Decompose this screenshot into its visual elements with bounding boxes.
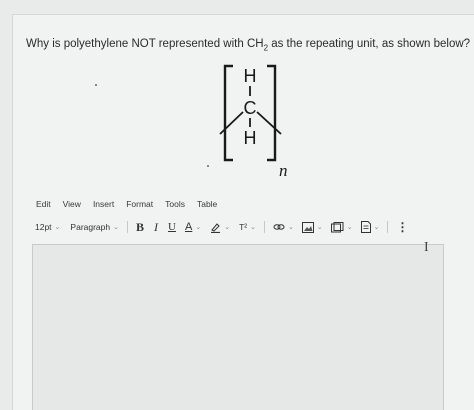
image-icon xyxy=(301,221,314,233)
toolbar-divider xyxy=(263,221,265,233)
question-prefix: Why is polyethylene NOT represented with… xyxy=(26,38,264,50)
text-cursor-icon: I xyxy=(424,240,429,255)
chevron-down-icon: ⌄ xyxy=(316,224,323,231)
rich-text-editor-area[interactable] xyxy=(32,244,444,410)
chevron-down-icon: ⌄ xyxy=(373,224,380,231)
superscript-button[interactable]: T² ⌄ xyxy=(239,222,256,232)
font-color-letter: A xyxy=(184,221,193,233)
menu-insert[interactable]: Insert xyxy=(93,199,114,213)
decorative-dot xyxy=(95,84,97,86)
link-icon xyxy=(273,224,285,230)
menu-edit[interactable]: Edit xyxy=(36,199,51,213)
chevron-down-icon: ⌄ xyxy=(54,224,61,231)
menu-format[interactable]: Format xyxy=(126,199,153,213)
font-size-value: 12pt xyxy=(35,222,52,232)
document-icon xyxy=(360,221,371,233)
highlight-button[interactable]: ⌄ xyxy=(210,222,230,233)
menu-tools[interactable]: Tools xyxy=(165,199,185,213)
insert-link-button[interactable]: ⌄ xyxy=(273,222,294,232)
chevron-down-icon: ⌄ xyxy=(224,224,231,231)
left-bracket xyxy=(223,64,233,162)
bold-button[interactable]: B xyxy=(136,220,144,235)
chevron-down-icon: ⌄ xyxy=(113,224,119,231)
underline-button[interactable]: U xyxy=(168,221,176,233)
highlighter-icon xyxy=(211,222,221,233)
font-size-select[interactable]: 12pt ⌄ xyxy=(35,222,60,232)
right-bracket xyxy=(267,64,277,162)
menu-table[interactable]: Table xyxy=(197,199,217,213)
top-hydrogen: H xyxy=(244,66,257,86)
block-format-value: Paragraph xyxy=(70,222,111,232)
media-icon xyxy=(330,221,344,232)
insert-media-button[interactable]: ⌄ xyxy=(330,221,353,233)
chevron-down-icon: ⌄ xyxy=(287,224,294,231)
repeat-subscript-n: n xyxy=(279,161,288,180)
polyethylene-repeat-unit-diagram: H C H n xyxy=(219,64,288,180)
font-color-button[interactable]: A ⌄ xyxy=(185,221,201,233)
block-format-select[interactable]: Paragraph ⌄ xyxy=(70,222,119,232)
italic-button[interactable]: I xyxy=(154,220,158,235)
bond-left-chain xyxy=(219,111,244,135)
bottom-hydrogen: H xyxy=(244,128,257,148)
carbon-atom: C xyxy=(244,98,257,118)
menu-view[interactable]: View xyxy=(63,199,81,213)
chevron-down-icon: ⌄ xyxy=(250,224,256,231)
insert-image-button[interactable]: ⌄ xyxy=(301,221,323,233)
superscript-label: T² xyxy=(239,222,248,232)
toolbar-divider xyxy=(127,221,128,233)
editor-toolbar: 12pt ⌄ Paragraph ⌄ B I U A ⌄ ⌄ T² ⌄ ⌄ ⌄ … xyxy=(35,217,440,237)
editor-menubar: Edit View Insert Format Tools Table xyxy=(36,199,217,213)
chevron-down-icon: ⌄ xyxy=(346,224,353,231)
toolbar-divider xyxy=(387,221,389,233)
question-text: Why is polyethylene NOT represented with… xyxy=(26,38,470,52)
decorative-dot xyxy=(207,165,209,167)
bond-right-chain xyxy=(256,111,282,135)
question-suffix: as the repeating unit, as shown below? xyxy=(268,38,471,50)
insert-document-button[interactable]: ⌄ xyxy=(360,221,380,233)
chevron-down-icon: ⌄ xyxy=(195,224,202,231)
more-options-icon[interactable]: ⋮ xyxy=(396,220,408,234)
